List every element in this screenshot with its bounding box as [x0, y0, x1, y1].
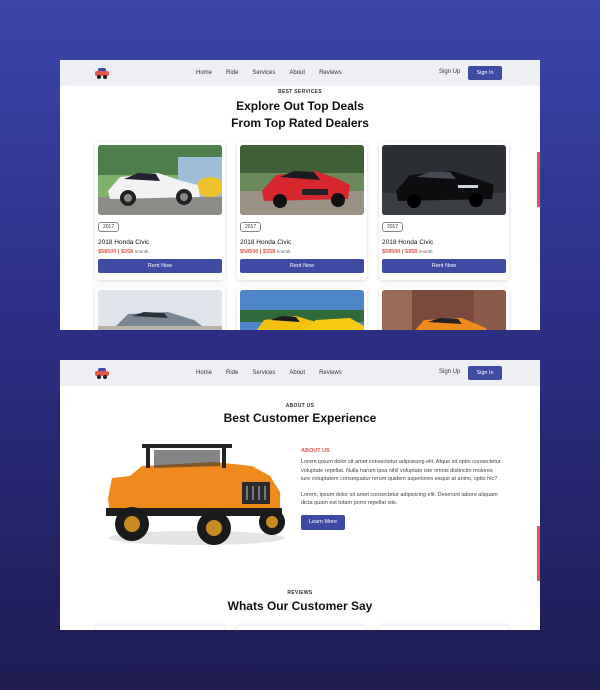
- about-screenshot: Home Ride Services About Reviews Sign Up…: [60, 360, 540, 630]
- deals-eyebrow: BEST SERVICES: [278, 89, 322, 95]
- about-paragraph-1: Lorem ipsum dolor sit amet consectetur a…: [301, 459, 501, 482]
- signup-link[interactable]: Sign Up: [439, 369, 460, 375]
- deal-card: 2017 2018 Honda Civic $58500 | $358 /mon…: [95, 142, 225, 280]
- deal-card: 2017 2018 Honda Civic $58500 | $358 /mon…: [379, 142, 509, 280]
- review-card: [237, 626, 367, 630]
- navbar: Home Ride Services About Reviews Sign Up…: [60, 360, 540, 386]
- deal-card: [379, 287, 509, 330]
- car-price: $58500 | $358 /month: [382, 249, 506, 255]
- car-price: $58500 | $358 /month: [98, 249, 222, 255]
- car-photo: [240, 145, 364, 215]
- jeep-image: [102, 438, 292, 548]
- reviews-eyebrow: REVIEWS: [287, 590, 313, 596]
- nav-link-ride[interactable]: Ride: [226, 370, 238, 376]
- reviews-title: Whats Our Customer Say: [227, 599, 373, 613]
- navbar: Home Ride Services About Reviews Sign Up…: [60, 60, 540, 86]
- deal-cards-row2: [95, 287, 509, 330]
- car-logo-icon[interactable]: [95, 68, 109, 79]
- learn-more-button[interactable]: Learn More: [301, 514, 345, 530]
- car-photo: [382, 290, 506, 330]
- year-badge: 2017: [98, 222, 120, 232]
- rent-now-button[interactable]: Rent Now: [98, 259, 222, 273]
- year-badge: 2017: [382, 222, 404, 232]
- deals-screenshot: Home Ride Services About Reviews Sign Up…: [60, 60, 540, 330]
- nav-links: Home Ride Services About Reviews: [196, 60, 356, 86]
- signup-link[interactable]: Sign Up: [439, 69, 460, 75]
- deal-card: [237, 287, 367, 330]
- about-eyebrow: ABOUT US: [285, 403, 315, 409]
- rent-now-button[interactable]: Rent Now: [382, 259, 506, 273]
- car-title: 2018 Honda Civic: [382, 239, 434, 246]
- nav-link-ride[interactable]: Ride: [226, 70, 238, 76]
- about-text-block: ABOUT US Lorem ipsum dolor sit amet cons…: [301, 448, 501, 530]
- car-photo: [98, 290, 222, 330]
- deals-title-line2: From Top Rated Dealers: [231, 116, 369, 130]
- price-value: $58500 | $358: [382, 249, 418, 255]
- about-paragraph-2: Lorem, ipsum dolor sit amet consectetur …: [301, 491, 498, 507]
- nav-link-services[interactable]: Services: [252, 70, 275, 76]
- car-logo-icon[interactable]: [95, 368, 109, 379]
- about-label: ABOUT US: [301, 448, 330, 454]
- scroll-indicator[interactable]: [537, 152, 540, 207]
- scroll-indicator[interactable]: [537, 526, 540, 581]
- deal-card: [95, 287, 225, 330]
- nav-link-services[interactable]: Services: [252, 370, 275, 376]
- rent-now-button[interactable]: Rent Now: [240, 259, 364, 273]
- car-photo: [240, 290, 364, 330]
- nav-link-home[interactable]: Home: [196, 70, 212, 76]
- car-price: $58500 | $358 /month: [240, 249, 364, 255]
- deal-cards: 2017 2018 Honda Civic $58500 | $358 /mon…: [95, 142, 509, 280]
- nav-link-reviews[interactable]: Reviews: [319, 370, 342, 376]
- deals-title-line1: Explore Out Top Deals: [236, 99, 364, 113]
- car-photo: [382, 145, 506, 215]
- review-card: [379, 626, 509, 630]
- nav-links: Home Ride Services About Reviews: [196, 360, 356, 386]
- car-photo: [98, 145, 222, 215]
- review-card: [95, 626, 225, 630]
- deal-card: 2017 2018 Honda Civic $58500 | $358 /mon…: [237, 142, 367, 280]
- about-title: Best Customer Experience: [223, 411, 377, 425]
- review-cards: [95, 626, 509, 630]
- car-title: 2018 Honda Civic: [240, 239, 292, 246]
- year-badge: 2017: [240, 222, 262, 232]
- price-value: $58500 | $358: [240, 249, 276, 255]
- price-unit: /month: [134, 249, 149, 254]
- price-unit: /month: [418, 249, 433, 254]
- signin-button[interactable]: Sign In: [468, 66, 502, 80]
- signin-button[interactable]: Sign In: [468, 366, 502, 380]
- nav-link-about[interactable]: About: [289, 370, 305, 376]
- price-value: $58500 | $358: [98, 249, 134, 255]
- car-title: 2018 Honda Civic: [98, 239, 150, 246]
- nav-link-about[interactable]: About: [289, 70, 305, 76]
- price-unit: /month: [276, 249, 291, 254]
- nav-link-reviews[interactable]: Reviews: [319, 70, 342, 76]
- nav-link-home[interactable]: Home: [196, 370, 212, 376]
